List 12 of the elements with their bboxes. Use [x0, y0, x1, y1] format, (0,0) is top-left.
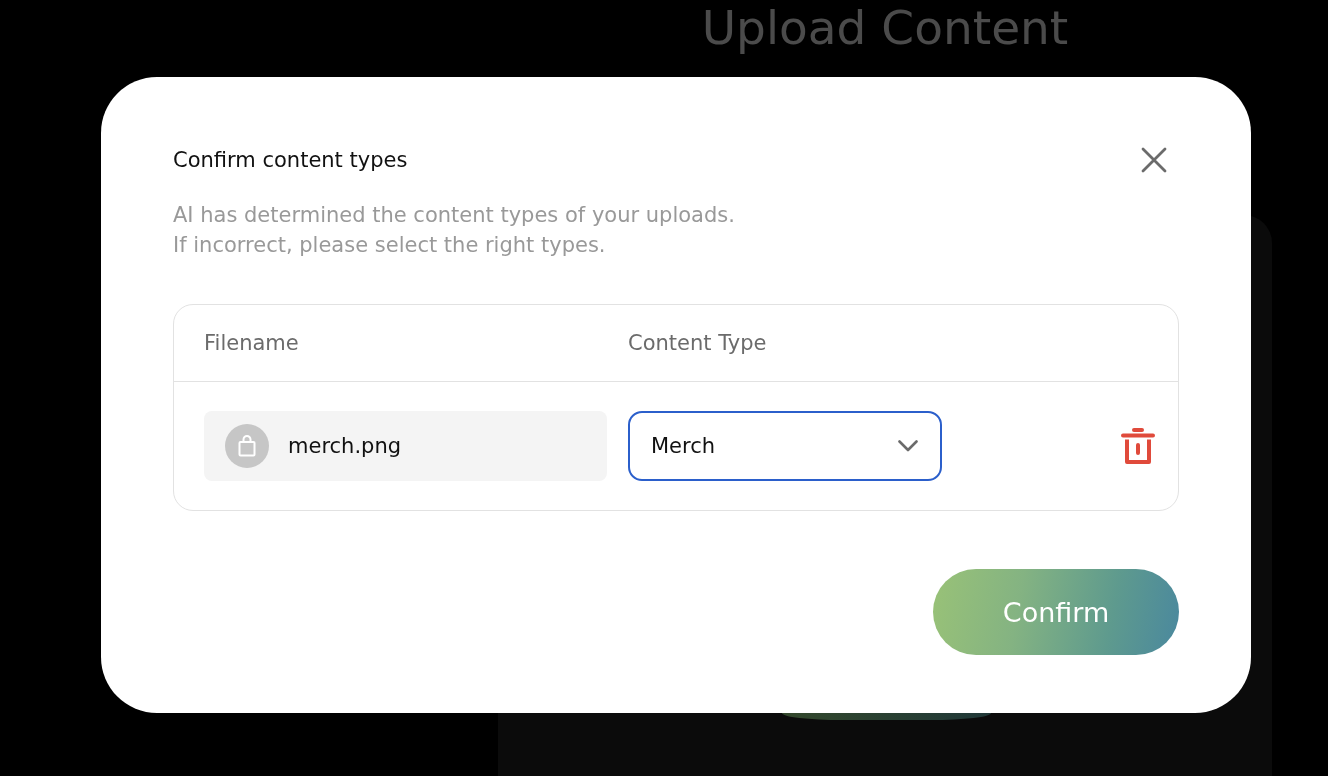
- shopping-bag-icon: [225, 424, 269, 468]
- column-header: Content Type: [628, 331, 767, 355]
- column-header: Filename: [204, 331, 299, 355]
- description-text: If incorrect, please select the right types.: [173, 232, 606, 259]
- trash-icon[interactable]: [1121, 428, 1155, 464]
- file-name: merch.png: [288, 434, 402, 458]
- content-type-dropdown[interactable]: Merch: [628, 411, 942, 481]
- dialog-title: Confirm content types: [173, 148, 408, 172]
- description-text: AI has determined the content types of your uploads.: [173, 202, 735, 229]
- chevron-down-icon: [898, 440, 918, 452]
- close-icon[interactable]: [1141, 147, 1167, 173]
- page-heading: Upload Content: [701, 0, 1069, 56]
